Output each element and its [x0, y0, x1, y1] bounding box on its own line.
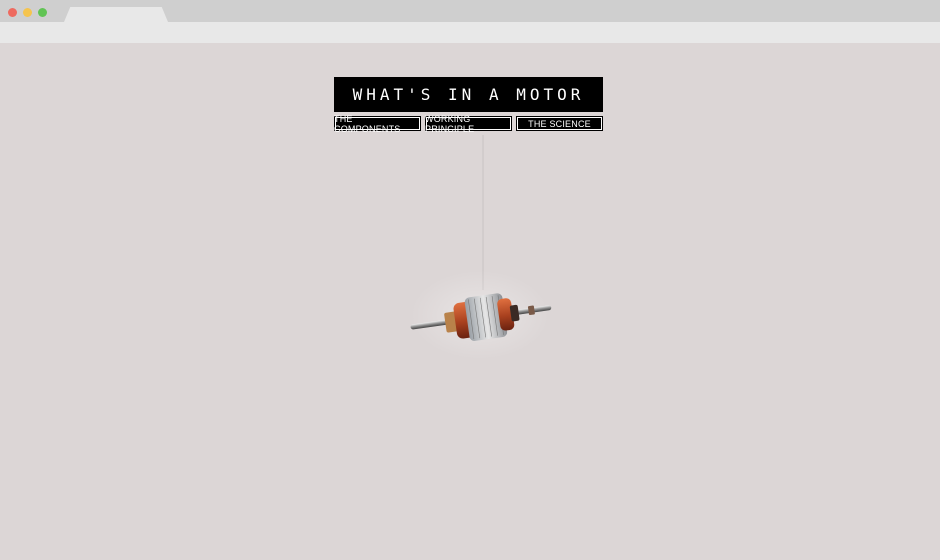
close-window-icon[interactable]	[8, 8, 17, 17]
site-title-text: WHAT'S IN A MOTOR	[352, 85, 585, 104]
minimize-window-icon[interactable]	[23, 8, 32, 17]
nav-the-science-label: THE SCIENCE	[528, 118, 591, 129]
nav-the-components[interactable]: THE COMPONENTS	[334, 114, 421, 134]
shaft-collar	[527, 305, 535, 316]
browser-toolbar	[0, 22, 940, 43]
motor-armature-illustration[interactable]	[405, 130, 565, 360]
site-title: WHAT'S IN A MOTOR	[334, 77, 603, 112]
maximize-window-icon[interactable]	[38, 8, 47, 17]
browser-tab[interactable]	[64, 7, 168, 22]
nav-working-principle[interactable]: WORKING PRINCIPLE	[425, 114, 512, 134]
nav-the-science[interactable]: THE SCIENCE	[516, 116, 603, 131]
browser-titlebar	[0, 0, 940, 22]
